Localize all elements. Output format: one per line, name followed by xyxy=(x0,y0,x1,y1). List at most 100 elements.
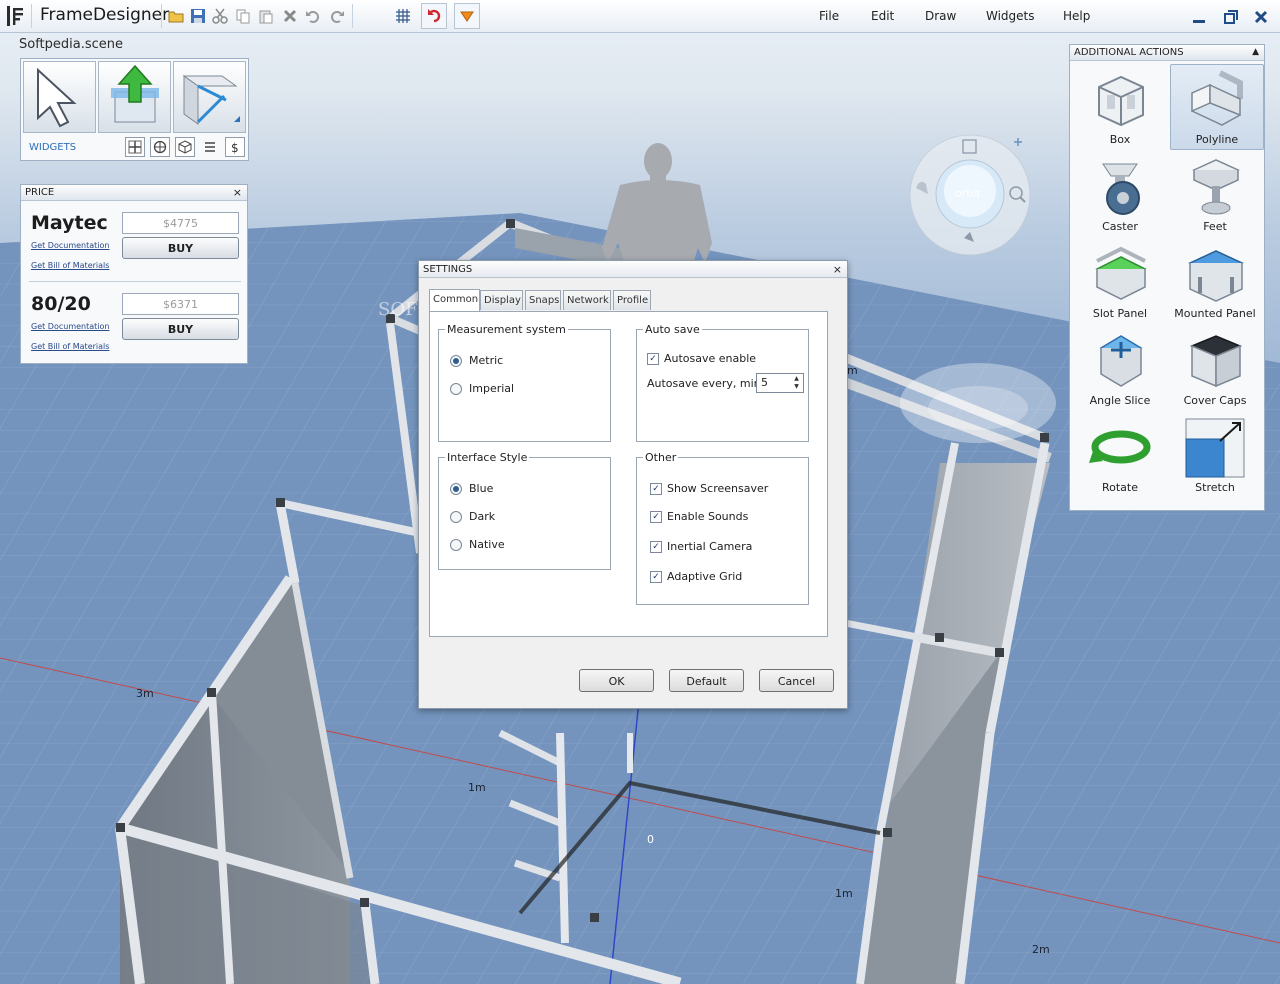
caster-wheel-icon xyxy=(1102,163,1140,215)
action-mounted-panel[interactable]: Mounted Panel xyxy=(1168,239,1262,325)
default-button[interactable]: Default xyxy=(669,669,744,692)
paste-icon[interactable] xyxy=(257,6,275,26)
autosave-interval-value: 5 xyxy=(761,376,768,389)
profile-tool[interactable] xyxy=(173,61,246,133)
enable-sounds-checkbox[interactable]: ✓ Enable Sounds xyxy=(650,510,748,523)
imperial-radio[interactable]: Imperial xyxy=(450,382,514,395)
save-icon[interactable] xyxy=(189,6,207,26)
metric-label: Metric xyxy=(469,354,504,367)
action-feet[interactable]: Feet xyxy=(1168,152,1262,238)
vendor-price: $6371 xyxy=(122,293,239,315)
autosave-title: Auto save xyxy=(643,323,702,336)
title-bar: FrameDesigner File Edit Draw Widgets Hel… xyxy=(0,0,1280,33)
inertial-camera-checkbox[interactable]: ✓ Inertial Camera xyxy=(650,540,752,553)
action-box[interactable]: Box xyxy=(1073,65,1167,151)
copy-icon[interactable] xyxy=(234,6,252,26)
cube-widget-icon[interactable] xyxy=(175,137,195,157)
price-panel: PRICE × Maytec $4775 Get Documentation B… xyxy=(20,184,248,364)
tab-profile[interactable]: Profile xyxy=(613,290,651,310)
get-bill-of-materials-link[interactable]: Get Bill of Materials xyxy=(31,342,109,351)
style-blue-radio[interactable]: Blue xyxy=(450,482,493,495)
collapse-icon[interactable]: ▲ xyxy=(1252,47,1259,57)
get-documentation-link[interactable]: Get Documentation xyxy=(31,241,109,250)
add-widget-icon[interactable] xyxy=(125,137,145,157)
get-bill-of-materials-link[interactable]: Get Bill of Materials xyxy=(31,261,109,270)
spin-up-icon[interactable]: ▲ xyxy=(791,375,802,383)
minimize-icon[interactable] xyxy=(1190,8,1208,26)
tab-network[interactable]: Network xyxy=(563,290,611,310)
close-icon[interactable] xyxy=(1252,8,1270,26)
open-icon[interactable] xyxy=(167,6,185,26)
metric-radio[interactable]: Metric xyxy=(450,354,503,367)
spin-down-icon[interactable]: ▼ xyxy=(791,383,802,391)
radio-selected xyxy=(450,354,462,367)
imperial-label: Imperial xyxy=(469,382,515,395)
price-panel-header: PRICE × xyxy=(21,185,247,201)
show-screensaver-checkbox[interactable]: ✓ Show Screensaver xyxy=(650,482,768,495)
other-group: Other ✓ Show Screensaver ✓ Enable Sounds… xyxy=(636,451,809,605)
grid-snap-icon[interactable] xyxy=(394,6,412,26)
delete-icon[interactable] xyxy=(281,6,299,26)
tab-display[interactable]: Display xyxy=(480,290,523,310)
style-native-label: Native xyxy=(469,538,505,551)
select-tool[interactable] xyxy=(23,61,96,133)
action-caster[interactable]: Caster xyxy=(1073,152,1167,238)
undo-icon[interactable] xyxy=(304,6,322,26)
action-angle-slice[interactable]: Angle Slice xyxy=(1073,326,1167,412)
inertial-camera-label: Inertial Camera xyxy=(667,540,753,553)
buy-button[interactable]: BUY xyxy=(122,318,239,340)
action-slot-panel[interactable]: Slot Panel xyxy=(1073,239,1167,325)
buy-button[interactable]: BUY xyxy=(122,237,239,259)
checkbox-checked: ✓ xyxy=(650,510,662,523)
target-widget-icon[interactable] xyxy=(150,137,170,157)
app-title: FrameDesigner xyxy=(40,5,170,25)
settings-close-icon[interactable]: × xyxy=(833,263,842,276)
grid-label-1m-left: 1m xyxy=(468,781,486,794)
orbit-control[interactable]: orbit xyxy=(908,134,1032,256)
price-widget-icon[interactable]: $ xyxy=(225,137,245,157)
restore-icon[interactable] xyxy=(1222,8,1240,26)
autosave-enable-label: Autosave enable xyxy=(664,352,757,365)
dropdown-action-icon[interactable] xyxy=(454,3,480,29)
scene-name: Softpedia.scene xyxy=(19,37,124,52)
orbit-label: orbit xyxy=(955,187,981,200)
grid-label-origin: 0 xyxy=(647,833,654,846)
radio-selected xyxy=(450,482,462,495)
action-polyline-label: Polyline xyxy=(1195,133,1239,146)
grid-label-m: m xyxy=(847,364,858,377)
action-stretch[interactable]: Stretch xyxy=(1168,413,1262,499)
autosave-enable-checkbox[interactable]: ✓ Autosave enable xyxy=(647,352,756,365)
menu-file[interactable]: File xyxy=(819,9,839,23)
cancel-button[interactable]: Cancel xyxy=(759,669,834,692)
menu-draw[interactable]: Draw xyxy=(925,9,956,23)
adaptive-grid-checkbox[interactable]: ✓ Adaptive Grid xyxy=(650,570,742,583)
action-polyline[interactable]: Polyline xyxy=(1170,64,1264,150)
polyline-icon xyxy=(1191,70,1243,126)
menu-edit[interactable]: Edit xyxy=(871,9,894,23)
menu-widgets[interactable]: Widgets xyxy=(986,9,1035,23)
move-tool[interactable] xyxy=(98,61,171,133)
grid-label-1m-right: 1m xyxy=(835,887,853,900)
checkbox-checked: ✓ xyxy=(647,352,659,365)
tab-snaps[interactable]: Snaps xyxy=(525,290,561,310)
price-panel-close-icon[interactable]: × xyxy=(233,186,242,199)
get-documentation-link[interactable]: Get Documentation xyxy=(31,322,109,331)
action-rotate[interactable]: Rotate xyxy=(1073,413,1167,499)
menu-help[interactable]: Help xyxy=(1063,9,1090,23)
cancel-action-icon[interactable] xyxy=(421,3,447,29)
style-dark-radio[interactable]: Dark xyxy=(450,510,495,523)
cut-icon[interactable] xyxy=(211,6,229,26)
tab-common[interactable]: Common xyxy=(429,289,480,311)
action-caster-label: Caster xyxy=(1102,220,1138,233)
action-cover-caps[interactable]: Cover Caps xyxy=(1168,326,1262,412)
price-divider xyxy=(29,281,241,282)
checkbox-checked: ✓ xyxy=(650,540,662,553)
redo-icon[interactable] xyxy=(328,6,346,26)
style-native-radio[interactable]: Native xyxy=(450,538,505,551)
list-widget-icon[interactable] xyxy=(200,137,220,157)
style-dark-label: Dark xyxy=(469,510,496,523)
ok-button[interactable]: OK xyxy=(579,669,654,692)
profile-beam-icon xyxy=(182,75,240,125)
action-cover-caps-label: Cover Caps xyxy=(1183,394,1247,407)
autosave-interval-stepper[interactable]: 5 ▲ ▼ xyxy=(756,373,804,393)
